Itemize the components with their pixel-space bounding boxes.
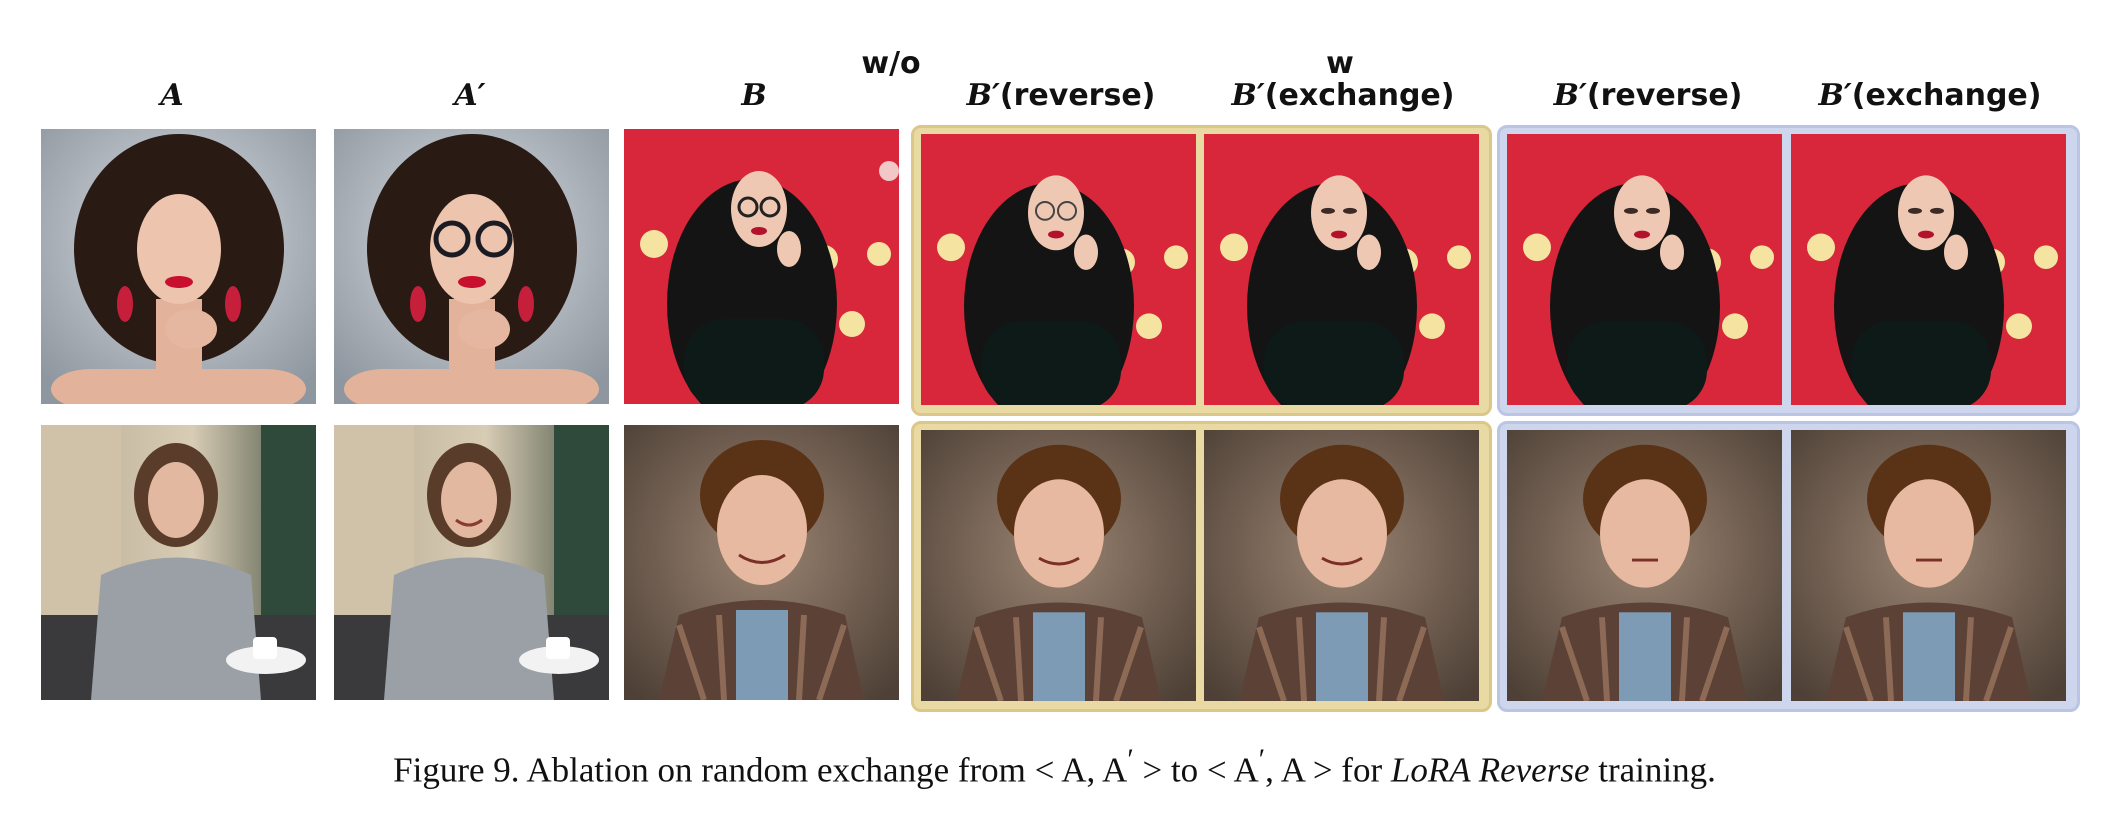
image-w-reverse-row2 bbox=[1507, 430, 1782, 701]
image-wo-reverse-row1 bbox=[921, 134, 1196, 405]
image-wo-exchange-row2 bbox=[1204, 430, 1479, 701]
group-label-with: w bbox=[1326, 46, 1354, 81]
col-header-b: B bbox=[741, 78, 767, 113]
col-header-wo-exchange: B′(exchange) bbox=[1231, 78, 1455, 113]
image-a-woman-earrings bbox=[41, 129, 316, 404]
col-header-a-prime: A′ bbox=[454, 78, 486, 113]
image-a-prime-woman-cafe-smiling bbox=[334, 425, 609, 700]
col-header-w-reverse: B′(reverse) bbox=[1553, 78, 1743, 113]
col-header-a: A bbox=[160, 78, 184, 113]
col-header-wo-reverse: B′(reverse) bbox=[966, 78, 1156, 113]
image-wo-reverse-row2 bbox=[921, 430, 1196, 701]
col-header-w-exchange: B′(exchange) bbox=[1818, 78, 2042, 113]
image-w-exchange-row2 bbox=[1791, 430, 2066, 701]
image-w-exchange-row1 bbox=[1791, 134, 2066, 405]
figure-caption: Figure 9. Ablation on random exchange fr… bbox=[393, 744, 1716, 790]
image-w-reverse-row1 bbox=[1507, 134, 1782, 405]
image-a-woman-cafe bbox=[41, 425, 316, 700]
image-b-boy-portrait bbox=[624, 425, 899, 700]
image-b-woman-red-background bbox=[624, 129, 899, 404]
group-label-without: w/o bbox=[861, 46, 921, 81]
image-wo-exchange-row1 bbox=[1204, 134, 1479, 405]
image-a-prime-woman-glasses bbox=[334, 129, 609, 404]
